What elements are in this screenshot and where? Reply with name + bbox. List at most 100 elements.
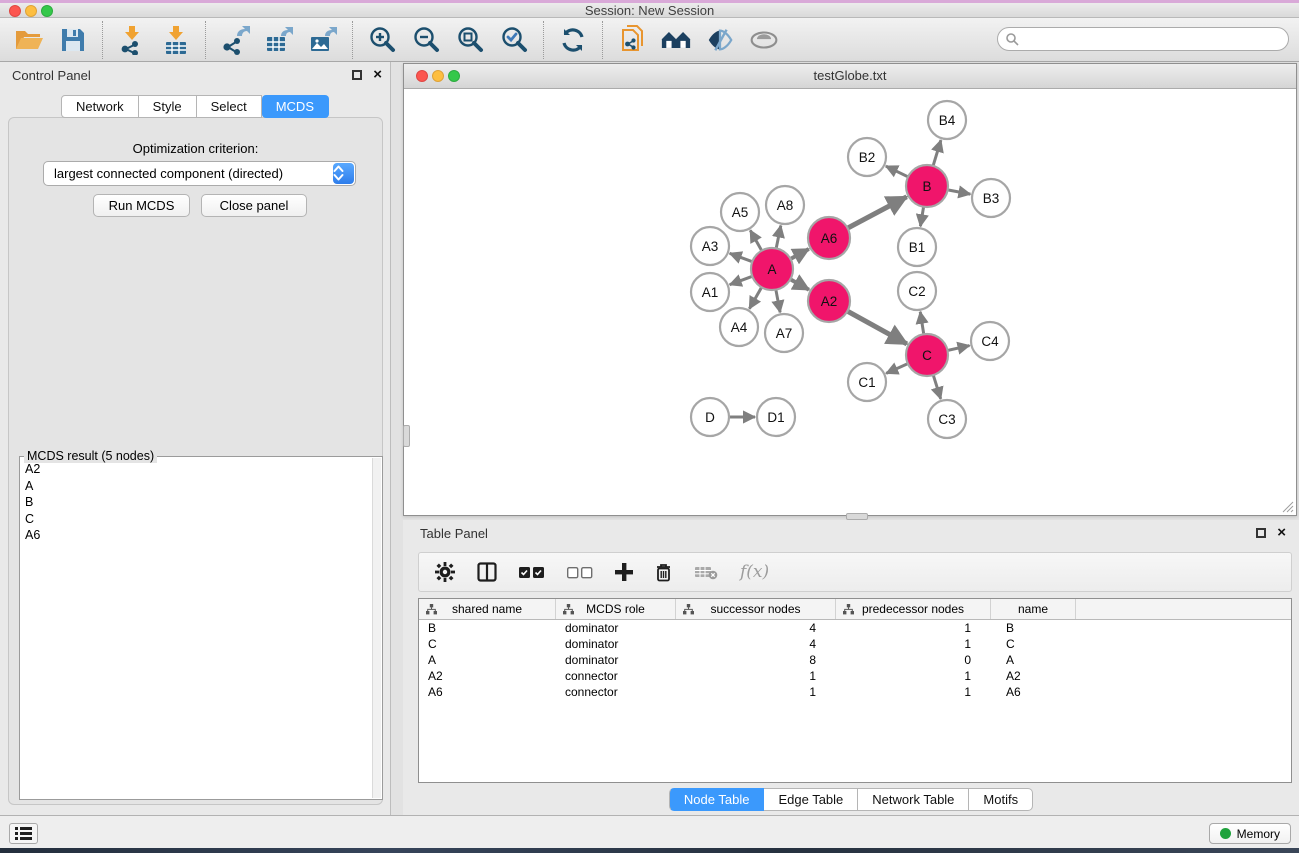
table-row[interactable]: Adominator80A: [419, 652, 1291, 668]
table-row[interactable]: A2connector11A2: [419, 668, 1291, 684]
column-header-mcds-role[interactable]: MCDS role: [556, 599, 676, 619]
zoom-out-icon[interactable]: [411, 25, 441, 55]
float-panel-icon[interactable]: [352, 70, 362, 80]
table-cell[interactable]: A: [419, 652, 556, 668]
table-cell[interactable]: 1: [836, 620, 991, 636]
node-A8[interactable]: A8: [766, 186, 804, 224]
import-table-icon[interactable]: [161, 25, 191, 55]
show-all-home-icon[interactable]: [661, 25, 691, 55]
window-resize-grip[interactable]: [1280, 499, 1294, 513]
node-B[interactable]: B: [906, 165, 948, 207]
node-A2[interactable]: A2: [808, 280, 850, 322]
tab-edge-table[interactable]: Edge Table: [764, 788, 858, 811]
open-session-icon[interactable]: [14, 25, 44, 55]
table-close-icon[interactable]: ×: [1277, 524, 1286, 542]
table-cell[interactable]: 1: [676, 684, 836, 700]
node-B2[interactable]: B2: [848, 138, 886, 176]
table-cell[interactable]: C: [419, 636, 556, 652]
export-table-icon[interactable]: [264, 25, 294, 55]
table-row[interactable]: Cdominator41C: [419, 636, 1291, 652]
table-cell[interactable]: dominator: [556, 620, 676, 636]
table-cell[interactable]: 8: [676, 652, 836, 668]
node-C2[interactable]: C2: [898, 272, 936, 310]
delete-table-icon[interactable]: [694, 564, 718, 580]
table-settings-gear-icon[interactable]: [435, 562, 455, 582]
table-cell[interactable]: 1: [836, 636, 991, 652]
table-cell[interactable]: A: [991, 652, 1076, 668]
column-header-name[interactable]: name: [991, 599, 1076, 619]
tab-network-table[interactable]: Network Table: [858, 788, 969, 811]
search-input[interactable]: [997, 27, 1289, 51]
node-A1[interactable]: A1: [691, 273, 729, 311]
clone-network-icon[interactable]: [617, 25, 647, 55]
table-cell[interactable]: B: [419, 620, 556, 636]
export-network-icon[interactable]: [220, 25, 250, 55]
table-cell[interactable]: dominator: [556, 636, 676, 652]
mcds-result-item[interactable]: C: [20, 511, 371, 528]
splitter-grip-vertical[interactable]: [403, 425, 410, 447]
node-B1[interactable]: B1: [898, 228, 936, 266]
node-C1[interactable]: C1: [848, 363, 886, 401]
node-B4[interactable]: B4: [928, 101, 966, 139]
table-cell[interactable]: 0: [836, 652, 991, 668]
node-A6[interactable]: A6: [808, 217, 850, 259]
show-columns-icon[interactable]: [477, 562, 497, 582]
network-window-titlebar[interactable]: testGlobe.txt: [404, 64, 1296, 89]
table-cell[interactable]: A2: [991, 668, 1076, 684]
table-row[interactable]: A6connector11A6: [419, 684, 1291, 700]
network-maximize-icon[interactable]: [448, 70, 460, 82]
unselect-all-icon[interactable]: [567, 566, 593, 579]
table-cell[interactable]: connector: [556, 684, 676, 700]
run-mcds-button[interactable]: Run MCDS: [93, 194, 190, 217]
tab-motifs[interactable]: Motifs: [969, 788, 1033, 811]
mcds-result-item[interactable]: A6: [20, 527, 371, 544]
network-minimize-icon[interactable]: [432, 70, 444, 82]
zoom-selected-icon[interactable]: [499, 25, 529, 55]
mcds-result-item[interactable]: A2: [20, 461, 371, 478]
table-cell[interactable]: 1: [676, 668, 836, 684]
node-A4[interactable]: A4: [720, 308, 758, 346]
table-cell[interactable]: 4: [676, 620, 836, 636]
result-scrollbar[interactable]: [372, 458, 381, 798]
zoom-in-icon[interactable]: [367, 25, 397, 55]
select-all-icon[interactable]: [519, 566, 545, 579]
import-network-icon[interactable]: [117, 25, 147, 55]
tab-select[interactable]: Select: [197, 95, 262, 118]
tab-style[interactable]: Style: [139, 95, 197, 118]
function-builder-icon[interactable]: f(x): [740, 562, 769, 582]
close-panel-icon[interactable]: ×: [373, 66, 382, 84]
hide-annotations-icon[interactable]: [705, 25, 735, 55]
table-cell[interactable]: A6: [419, 684, 556, 700]
memory-button[interactable]: Memory: [1209, 823, 1291, 844]
save-session-icon[interactable]: [58, 25, 88, 55]
column-header-shared-name[interactable]: shared name: [419, 599, 556, 619]
zoom-fit-icon[interactable]: [455, 25, 485, 55]
node-C4[interactable]: C4: [971, 322, 1009, 360]
criterion-select[interactable]: largest connected component (directed): [43, 161, 356, 186]
network-close-icon[interactable]: [416, 70, 428, 82]
node-A5[interactable]: A5: [721, 193, 759, 231]
table-cell[interactable]: 1: [836, 668, 991, 684]
mcds-result-item[interactable]: A: [20, 478, 371, 495]
node-A[interactable]: A: [751, 248, 793, 290]
network-canvas[interactable]: B4 B2 B B3 A5A8A6 A3 A B1 A1 A2 C2 A4A7 C4 C C1 C3 D D1: [404, 89, 1296, 515]
table-cell[interactable]: 1: [836, 684, 991, 700]
table-cell[interactable]: dominator: [556, 652, 676, 668]
column-header-predecessor-nodes[interactable]: predecessor nodes: [836, 599, 991, 619]
delete-column-trash-icon[interactable]: [655, 562, 672, 582]
node-D1[interactable]: D1: [757, 398, 795, 436]
node-A7[interactable]: A7: [765, 314, 803, 352]
table-cell[interactable]: B: [991, 620, 1076, 636]
close-panel-button[interactable]: Close panel: [201, 194, 307, 217]
table-cell[interactable]: connector: [556, 668, 676, 684]
refresh-layout-icon[interactable]: [558, 25, 588, 55]
node-A3[interactable]: A3: [691, 227, 729, 265]
preview-eye-icon[interactable]: [749, 25, 779, 55]
node-C3[interactable]: C3: [928, 400, 966, 438]
table-cell[interactable]: A6: [991, 684, 1076, 700]
mcds-result-item[interactable]: B: [20, 494, 371, 511]
tab-network[interactable]: Network: [61, 95, 139, 118]
node-B3[interactable]: B3: [972, 179, 1010, 217]
node-D[interactable]: D: [691, 398, 729, 436]
node-C[interactable]: C: [906, 334, 948, 376]
